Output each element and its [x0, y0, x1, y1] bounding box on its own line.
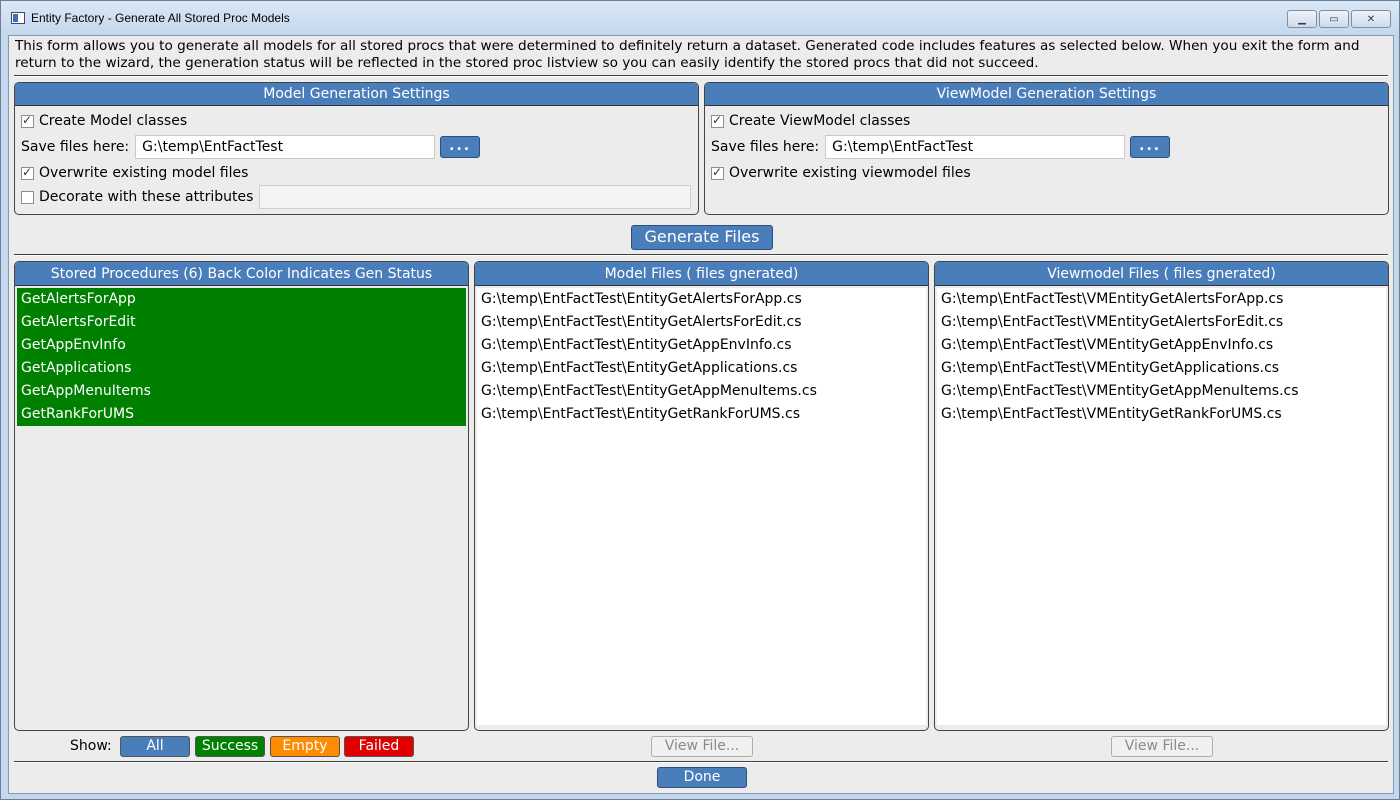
model-overwrite-label: Overwrite existing model files: [39, 165, 249, 181]
model-file-item[interactable]: G:\temp\EntFactTest\EntityGetApplication…: [477, 357, 926, 380]
create-model-checkbox[interactable]: [21, 113, 34, 128]
viewmodel-save-path-input[interactable]: [825, 135, 1126, 159]
filter-failed-button[interactable]: Failed: [344, 736, 414, 757]
create-viewmodel-label: Create ViewModel classes: [729, 113, 911, 129]
stored-proc-item[interactable]: GetRankForUMS: [17, 403, 466, 426]
stored-proc-item[interactable]: GetAlertsForEdit: [17, 311, 466, 334]
show-label: Show:: [70, 738, 112, 754]
view-model-file-button[interactable]: View File...: [651, 736, 753, 757]
decorate-attributes-input[interactable]: [259, 185, 692, 209]
stored-proc-item[interactable]: GetAlertsForApp: [17, 288, 466, 311]
view-viewmodel-file-button[interactable]: View File...: [1111, 736, 1213, 757]
decorate-checkbox[interactable]: [21, 190, 34, 204]
close-button[interactable]: ✕: [1351, 10, 1391, 28]
model-save-path-input[interactable]: [135, 135, 436, 159]
filter-empty-button[interactable]: Empty: [270, 736, 340, 757]
stored-procs-panel: Stored Procedures (6) Back Color Indicat…: [14, 261, 469, 731]
model-save-label: Save files here:: [21, 139, 130, 155]
done-button[interactable]: Done: [657, 767, 747, 788]
viewmodel-file-item[interactable]: G:\temp\EntFactTest\VMEntityGetAppMenuIt…: [937, 380, 1386, 403]
create-viewmodel-row: Create ViewModel classes: [711, 113, 910, 129]
model-settings-group: Model Generation Settings Create Model c…: [14, 82, 699, 215]
maximize-button[interactable]: ▭: [1319, 10, 1349, 28]
model-file-item[interactable]: G:\temp\EntFactTest\EntityGetAppEnvInfo.…: [477, 334, 926, 357]
stored-proc-item[interactable]: GetAppMenuItems: [17, 380, 466, 403]
stored-proc-item[interactable]: GetApplications: [17, 357, 466, 380]
model-overwrite-row: Overwrite existing model files: [21, 165, 248, 181]
client-area: This form allows you to generate all mod…: [8, 35, 1394, 794]
model-file-item[interactable]: G:\temp\EntFactTest\EntityGetAlertsForEd…: [477, 311, 926, 334]
decorate-label: Decorate with these attributes: [39, 189, 254, 205]
filter-all-button[interactable]: All: [120, 736, 190, 757]
model-file-item[interactable]: G:\temp\EntFactTest\EntityGetRankForUMS.…: [477, 403, 926, 426]
app-icon: [11, 12, 25, 24]
divider: [14, 762, 1388, 763]
divider: [14, 255, 1388, 256]
create-model-row: Create Model classes: [21, 113, 187, 129]
window-controls: ▁ ▭ ✕: [1287, 10, 1391, 28]
minimize-button[interactable]: ▁: [1287, 10, 1317, 28]
model-overwrite-checkbox[interactable]: [21, 165, 34, 180]
model-files-listbox[interactable]: G:\temp\EntFactTest\EntityGetAlertsForAp…: [477, 288, 926, 725]
filter-success-button[interactable]: Success: [195, 736, 265, 757]
window: Entity Factory - Generate All Stored Pro…: [0, 0, 1400, 800]
viewmodel-settings-group: ViewModel Generation Settings Create Vie…: [704, 82, 1389, 215]
viewmodel-browse-button[interactable]: ...: [1130, 136, 1171, 158]
window-title: Entity Factory - Generate All Stored Pro…: [31, 11, 290, 25]
model-file-item[interactable]: G:\temp\EntFactTest\EntityGetAlertsForAp…: [477, 288, 926, 311]
viewmodel-file-item[interactable]: G:\temp\EntFactTest\VMEntityGetAppEnvInf…: [937, 334, 1386, 357]
model-browse-button[interactable]: ...: [440, 136, 481, 158]
model-files-header: Model Files ( files gnerated): [475, 262, 928, 286]
viewmodel-files-header: Viewmodel Files ( files gnerated): [935, 262, 1388, 286]
viewmodel-overwrite-label: Overwrite existing viewmodel files: [729, 165, 971, 181]
viewmodel-files-listbox[interactable]: G:\temp\EntFactTest\VMEntityGetAlertsFor…: [937, 288, 1386, 725]
stored-procs-listbox[interactable]: GetAlertsForApp GetAlertsForEdit GetAppEnv…: [17, 288, 466, 725]
model-settings-header: Model Generation Settings: [15, 83, 698, 106]
viewmodel-save-label: Save files here:: [711, 139, 820, 155]
viewmodel-overwrite-checkbox[interactable]: [711, 165, 724, 180]
viewmodel-save-row: Save files here: ...: [711, 135, 1171, 159]
viewmodel-overwrite-row: Overwrite existing viewmodel files: [711, 165, 971, 181]
model-file-item[interactable]: G:\temp\EntFactTest\EntityGetAppMenuItem…: [477, 380, 926, 403]
generate-files-button[interactable]: Generate Files: [631, 225, 773, 250]
decorate-row: Decorate with these attributes: [21, 185, 692, 209]
description-text: This form allows you to generate all mod…: [15, 38, 1360, 71]
viewmodel-file-item[interactable]: G:\temp\EntFactTest\VMEntityGetApplicati…: [937, 357, 1386, 380]
viewmodel-file-item[interactable]: G:\temp\EntFactTest\VMEntityGetAlertsFor…: [937, 288, 1386, 311]
stored-proc-item[interactable]: GetAppEnvInfo: [17, 334, 466, 357]
viewmodel-settings-header: ViewModel Generation Settings: [705, 83, 1388, 106]
stored-procs-header: Stored Procedures (6) Back Color Indicat…: [15, 262, 468, 286]
viewmodel-files-panel: Viewmodel Files ( files gnerated) G:\tem…: [934, 261, 1389, 731]
viewmodel-file-item[interactable]: G:\temp\EntFactTest\VMEntityGetRankForUM…: [937, 403, 1386, 426]
stored-procs-list: GetAlertsForApp GetAlertsForEdit GetAppEnv…: [17, 288, 466, 426]
title-bar: Entity Factory - Generate All Stored Pro…: [1, 1, 1399, 35]
viewmodel-file-item[interactable]: G:\temp\EntFactTest\VMEntityGetAlertsFor…: [937, 311, 1386, 334]
model-save-row: Save files here: ...: [21, 135, 481, 159]
create-model-label: Create Model classes: [39, 113, 188, 129]
model-files-panel: Model Files ( files gnerated) G:\temp\En…: [474, 261, 929, 731]
create-viewmodel-checkbox[interactable]: [711, 113, 724, 128]
divider: [14, 76, 1388, 77]
